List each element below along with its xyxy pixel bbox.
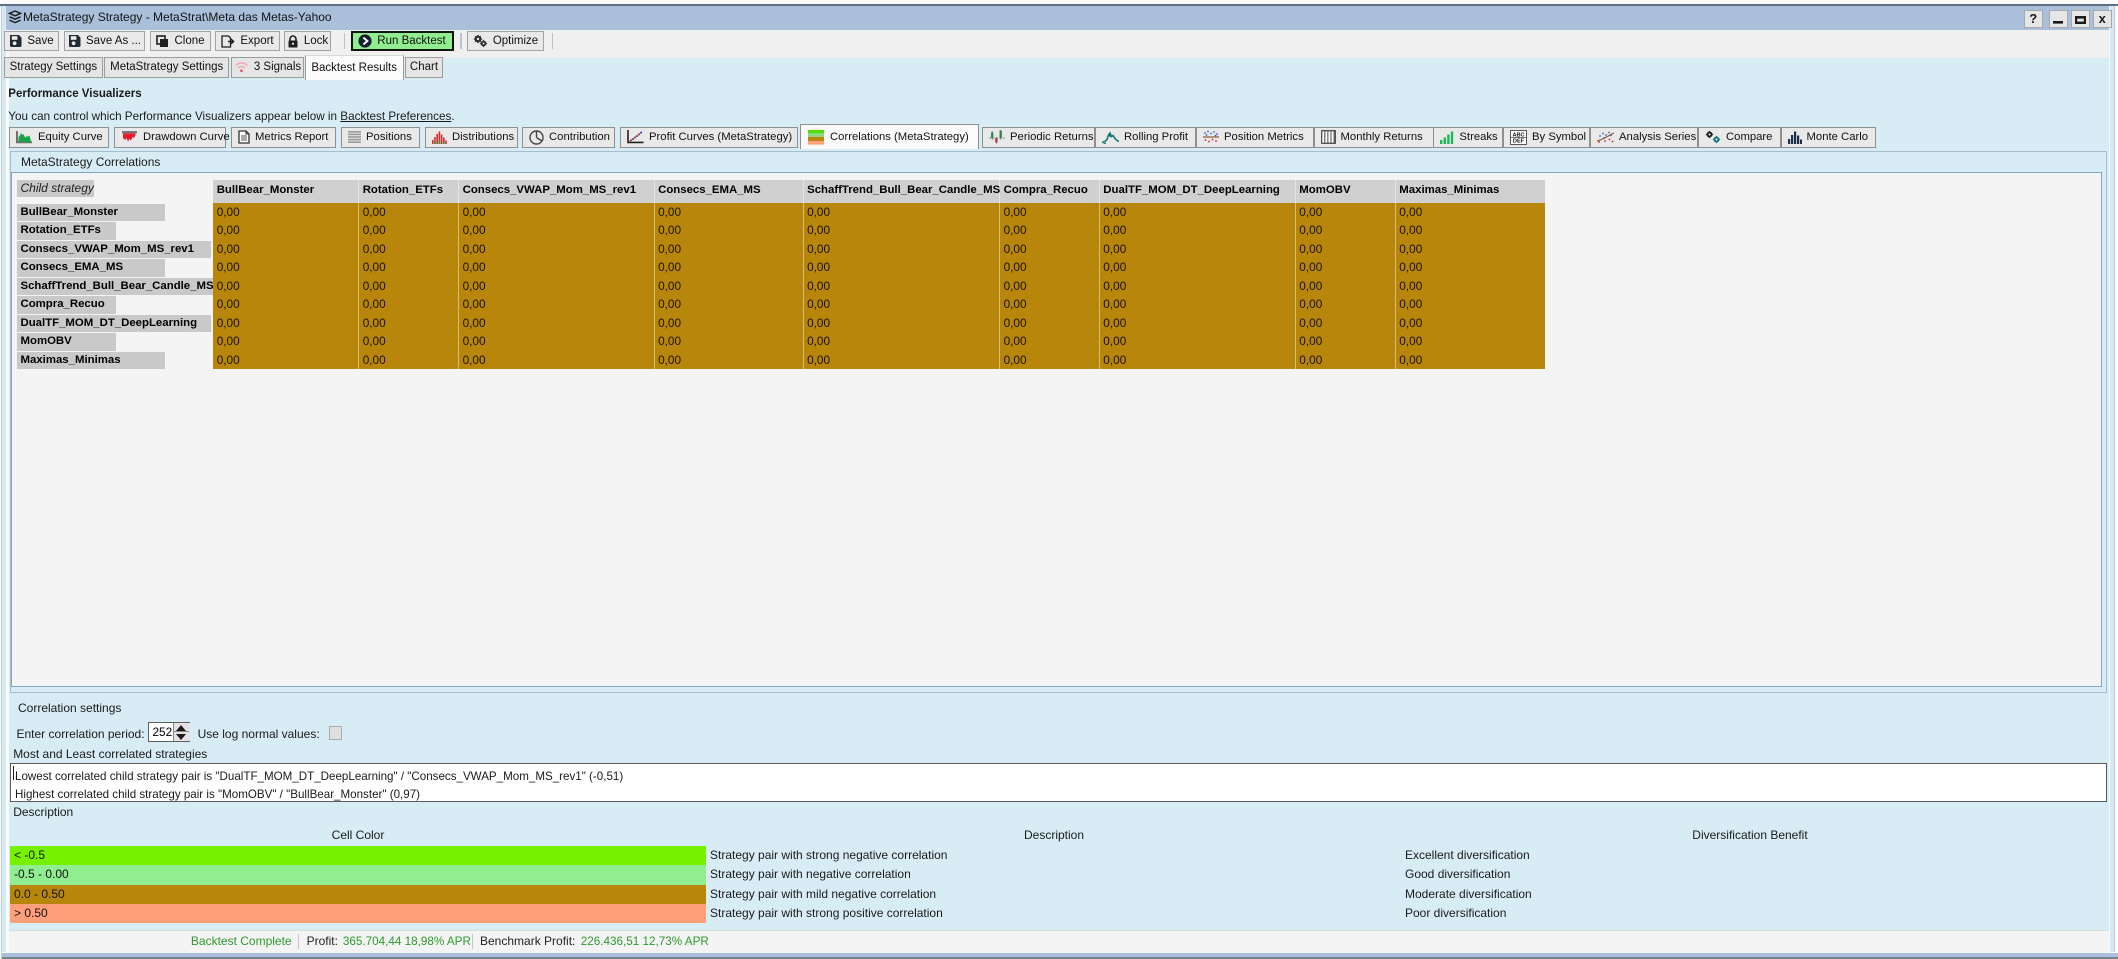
svg-text:DEF: DEF [1513, 138, 1525, 144]
